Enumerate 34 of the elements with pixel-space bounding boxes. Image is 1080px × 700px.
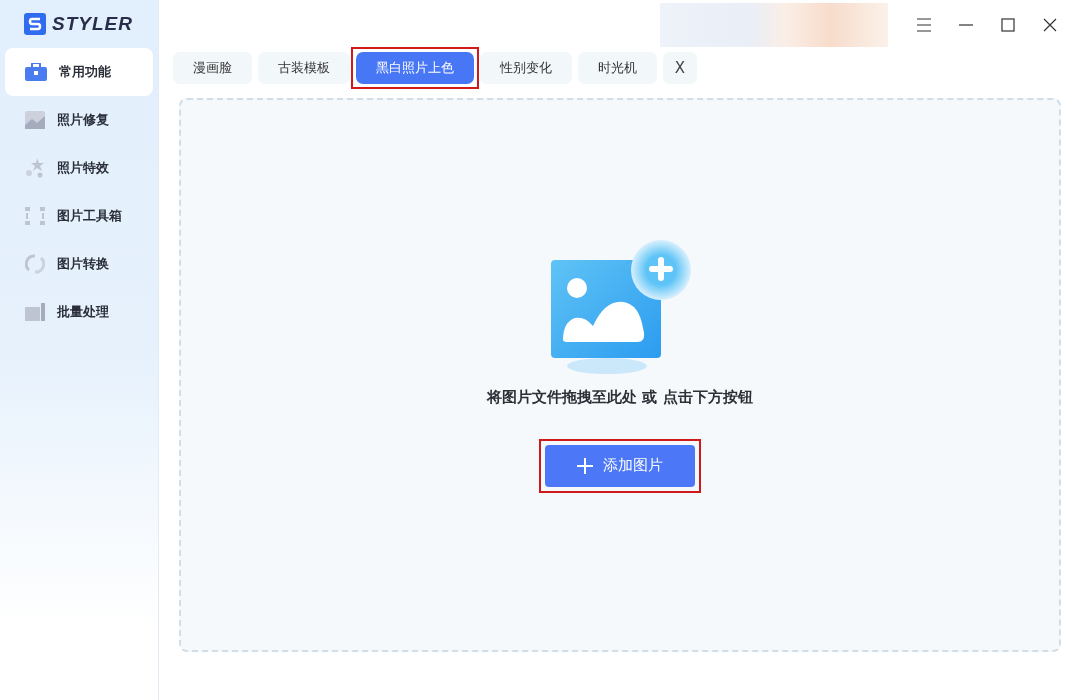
sidebar-item-icon xyxy=(25,111,45,129)
sidebar-item-icon xyxy=(25,158,45,178)
menu-icon xyxy=(916,18,932,32)
tab[interactable]: 时光机 xyxy=(578,52,657,84)
sidebar-item-icon xyxy=(25,254,45,274)
tab[interactable]: 古装模板 xyxy=(258,52,350,84)
sidebar-item-label: 图片转换 xyxy=(57,255,109,273)
close-tab-button[interactable]: X xyxy=(663,52,697,84)
sidebar-item-label: 照片修复 xyxy=(57,111,109,129)
tab[interactable]: 漫画脸 xyxy=(173,52,252,84)
maximize-icon xyxy=(1001,18,1015,32)
add-image-button[interactable]: 添加图片 xyxy=(545,444,695,487)
sidebar-item-icon xyxy=(25,303,45,321)
sidebar-item[interactable]: 常用功能 xyxy=(5,48,153,96)
sidebar-item-label: 图片工具箱 xyxy=(57,207,122,225)
sidebar-item-label: 批量处理 xyxy=(57,303,109,321)
minimize-icon xyxy=(959,24,973,26)
drop-hint: 将图片文件拖拽至此处 或 点击下方按钮 xyxy=(487,387,753,407)
sidebar-item-icon xyxy=(25,63,47,81)
sidebar-item-label: 照片特效 xyxy=(57,159,109,177)
logo-text: STYLER xyxy=(52,13,133,35)
tab[interactable]: 黑白照片上色 xyxy=(356,52,474,84)
sidebar-item-icon xyxy=(25,207,45,225)
plus-icon xyxy=(577,457,593,474)
sidebar-item[interactable]: 照片特效 xyxy=(5,144,153,192)
drop-zone[interactable]: 将图片文件拖拽至此处 或 点击下方按钮 添加图片 xyxy=(179,98,1061,652)
logo-icon xyxy=(24,13,46,35)
sidebar-item[interactable]: 批量处理 xyxy=(5,288,153,336)
sidebar-item[interactable]: 图片转换 xyxy=(5,240,153,288)
sidebar-item[interactable]: 图片工具箱 xyxy=(5,192,153,240)
sidebar-item-label: 常用功能 xyxy=(59,63,111,81)
sidebar-item[interactable]: 照片修复 xyxy=(5,96,153,144)
close-icon xyxy=(1043,18,1057,32)
tab[interactable]: 性别变化 xyxy=(480,52,572,84)
